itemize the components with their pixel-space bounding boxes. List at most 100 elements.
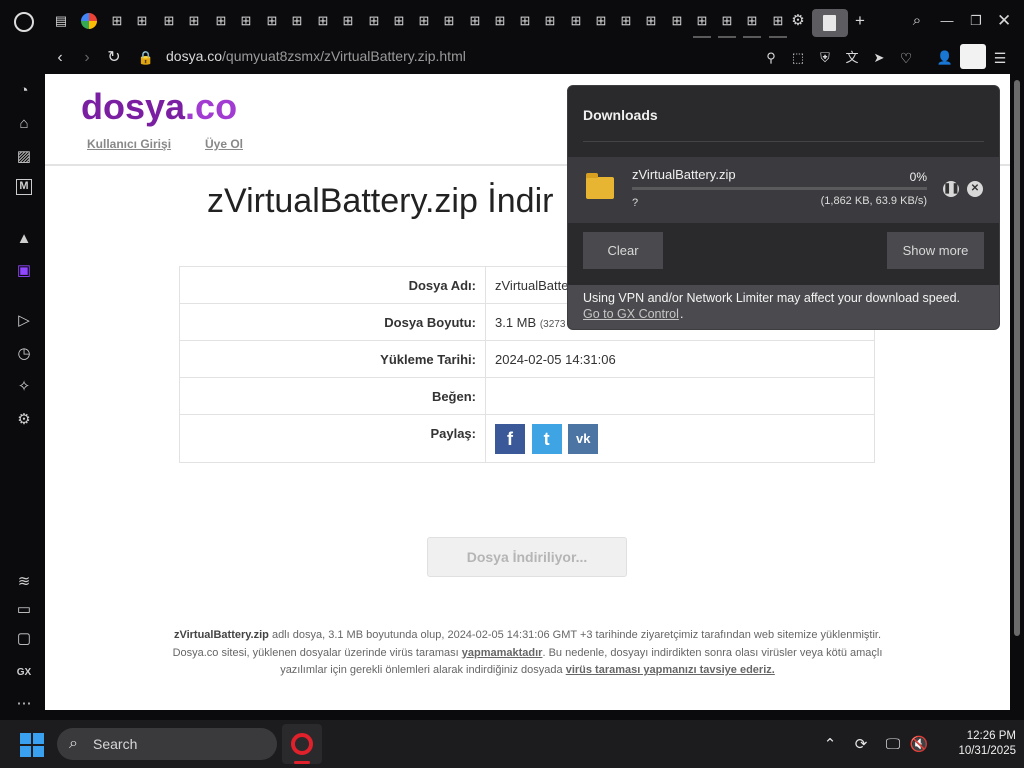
grid-tab-icon[interactable]: ⊞ xyxy=(187,14,201,28)
grid-tab-icon[interactable]: ⊞ xyxy=(569,14,583,28)
vk-share-icon[interactable]: vk xyxy=(568,423,599,454)
more-icon[interactable]: ⋯ xyxy=(14,694,34,714)
cancel-download-icon[interactable]: ✕ xyxy=(967,181,983,197)
snapshot-icon[interactable]: ⬚ xyxy=(788,48,808,68)
reload-icon[interactable]: ↻ xyxy=(104,48,124,68)
speed-dial-icon[interactable]: ◔ xyxy=(14,81,34,101)
network-limiter-icon[interactable]: ≋ xyxy=(14,572,34,592)
grid-tab-icon[interactable]: ⊞ xyxy=(745,14,759,28)
grid-tab-icon[interactable]: ⊞ xyxy=(442,14,456,28)
forward-icon[interactable]: › xyxy=(77,48,97,68)
lock-icon: 🔒 xyxy=(137,50,155,65)
extensions-icon[interactable]: ✧ xyxy=(14,377,34,397)
search-icon[interactable]: ⌕ xyxy=(910,13,924,28)
notice-period: . xyxy=(680,307,684,321)
gx-control-icon[interactable]: GX xyxy=(14,663,34,683)
cpu-limiter-icon[interactable]: ▢ xyxy=(14,629,34,649)
grid-tab-icon[interactable]: ⊞ xyxy=(468,14,482,28)
twitter-share-icon[interactable]: t xyxy=(531,423,562,454)
site-logo[interactable]: dosya.co xyxy=(81,86,237,128)
disclaimer-text: zVirtualBattery.zip adlı dosya, 3.1 MB b… xyxy=(172,629,883,676)
translate-icon[interactable]: 文 xyxy=(842,48,862,68)
new-tab-icon[interactable]: + xyxy=(853,12,867,29)
settings-icon[interactable]: ⚙ xyxy=(14,410,34,430)
scan-advice-link[interactable]: virüs taraması yapmanızı tavsiye ederiz. xyxy=(566,664,775,676)
send-icon[interactable]: ➤ xyxy=(869,48,889,68)
grid-tab-icon[interactable]: ⊞ xyxy=(239,14,253,28)
taskbar-search[interactable]: ⌕ Search xyxy=(57,728,277,760)
gx-corner-icon[interactable]: ⌂ xyxy=(14,114,34,134)
active-tab[interactable] xyxy=(812,9,848,37)
table-row: Yükleme Tarihi: 2024-02-05 14:31:06 xyxy=(179,340,875,378)
facebook-share-icon[interactable]: f xyxy=(495,423,525,454)
row-label: Dosya Boyutu: xyxy=(179,303,486,341)
twitch-icon[interactable]: ▣ xyxy=(14,261,34,281)
news-icon[interactable]: ▨ xyxy=(14,147,34,167)
history-icon[interactable]: ◷ xyxy=(14,344,34,364)
grid-tab-icon[interactable]: ⊞ xyxy=(135,14,149,28)
gear-tab-icon[interactable]: ⚙ xyxy=(791,13,805,28)
opera-gx-icon[interactable] xyxy=(14,12,34,32)
menu-icon[interactable]: ☰ xyxy=(990,48,1010,68)
downloads-icon[interactable] xyxy=(960,44,986,69)
gx-control-link[interactable]: Go to GX Control xyxy=(583,307,679,322)
grid-tab-icon[interactable]: ⊞ xyxy=(214,14,228,28)
clock[interactable]: 12:26 PM 10/31/2025 xyxy=(930,729,1016,759)
grid-tab-icon[interactable]: ⊞ xyxy=(417,14,431,28)
grid-tab-icon[interactable]: ⊞ xyxy=(367,14,381,28)
download-filename[interactable]: zVirtualBattery.zip xyxy=(632,167,736,182)
tab-indicator xyxy=(743,36,761,38)
heart-icon[interactable]: ♡ xyxy=(896,48,916,68)
time: 12:26 PM xyxy=(966,730,1016,742)
grid-tab-icon[interactable]: ⊞ xyxy=(720,14,734,28)
scroll-thumb[interactable] xyxy=(1014,80,1020,636)
pin-icon[interactable]: ⚲ xyxy=(761,48,781,68)
download-button[interactable]: Dosya İndiriliyor... xyxy=(427,537,627,577)
grid-tab-icon[interactable]: ⊞ xyxy=(265,14,279,28)
grid-tab-icon[interactable]: ⊞ xyxy=(543,14,557,28)
display-icon[interactable]: 🖵 xyxy=(883,735,903,755)
close-window-icon[interactable]: ✕ xyxy=(997,12,1011,29)
m-icon[interactable]: M xyxy=(16,179,32,195)
clear-button[interactable]: Clear xyxy=(583,232,663,269)
aria-icon[interactable]: ▲ xyxy=(14,229,34,249)
grid-tab-icon[interactable]: ⊞ xyxy=(493,14,507,28)
chevron-up-icon[interactable]: ⌃ xyxy=(820,735,840,755)
grid-tab-icon[interactable]: ⊞ xyxy=(110,14,124,28)
restore-icon[interactable]: ❐ xyxy=(969,14,983,28)
grid-tab-icon[interactable]: ⊞ xyxy=(316,14,330,28)
grid-tab-icon[interactable]: ⊞ xyxy=(670,14,684,28)
back-icon[interactable]: ‹ xyxy=(50,48,70,68)
vpn-notice: Using VPN and/or Network Limiter may aff… xyxy=(568,285,999,329)
row-value xyxy=(485,377,875,415)
google-tab-icon[interactable] xyxy=(81,13,97,29)
sidebar: ◔ ⌂ ▨ M ▲ ▣ ▷ ◷ ✧ ⚙ ≋ ▭ ▢ GX ⋯ xyxy=(0,74,45,720)
login-link[interactable]: Kullanıcı Girişi xyxy=(87,137,171,151)
no-scan-link[interactable]: yapmamaktadır xyxy=(462,647,543,659)
shield-icon[interactable]: ⛨ xyxy=(815,48,835,68)
player-icon[interactable]: ▷ xyxy=(14,311,34,331)
grid-tab-icon[interactable]: ⊞ xyxy=(290,14,304,28)
pause-icon[interactable]: ❚❚ xyxy=(943,181,960,197)
file-tab-icon[interactable]: ▤ xyxy=(54,14,68,28)
grid-tab-icon[interactable]: ⊞ xyxy=(392,14,406,28)
show-more-button[interactable]: Show more xyxy=(887,232,984,269)
grid-tab-icon[interactable]: ⊞ xyxy=(518,14,532,28)
grid-tab-icon[interactable]: ⊞ xyxy=(594,14,608,28)
profile-icon[interactable]: 👤 xyxy=(935,48,955,68)
grid-tab-icon[interactable]: ⊞ xyxy=(644,14,658,28)
sync-icon[interactable]: ⟳ xyxy=(851,735,871,755)
ram-limiter-icon[interactable]: ▭ xyxy=(14,600,34,620)
opera-gx-taskbar-icon[interactable] xyxy=(282,724,322,764)
minimize-icon[interactable]: — xyxy=(940,14,954,28)
download-item[interactable]: zVirtualBattery.zip 0% ? (1,862 KB, 63.9… xyxy=(568,157,999,223)
grid-tab-icon[interactable]: ⊞ xyxy=(771,14,785,28)
grid-tab-icon[interactable]: ⊞ xyxy=(341,14,355,28)
url-field[interactable]: dosya.co/qumyuat8zsmx/zVirtualBattery.zi… xyxy=(166,47,466,65)
grid-tab-icon[interactable]: ⊞ xyxy=(162,14,176,28)
register-link[interactable]: Üye Ol xyxy=(205,137,243,151)
grid-tab-icon[interactable]: ⊞ xyxy=(695,14,709,28)
start-icon[interactable] xyxy=(20,733,44,757)
grid-tab-icon[interactable]: ⊞ xyxy=(619,14,633,28)
volume-muted-icon[interactable]: 🔇 xyxy=(909,735,929,755)
